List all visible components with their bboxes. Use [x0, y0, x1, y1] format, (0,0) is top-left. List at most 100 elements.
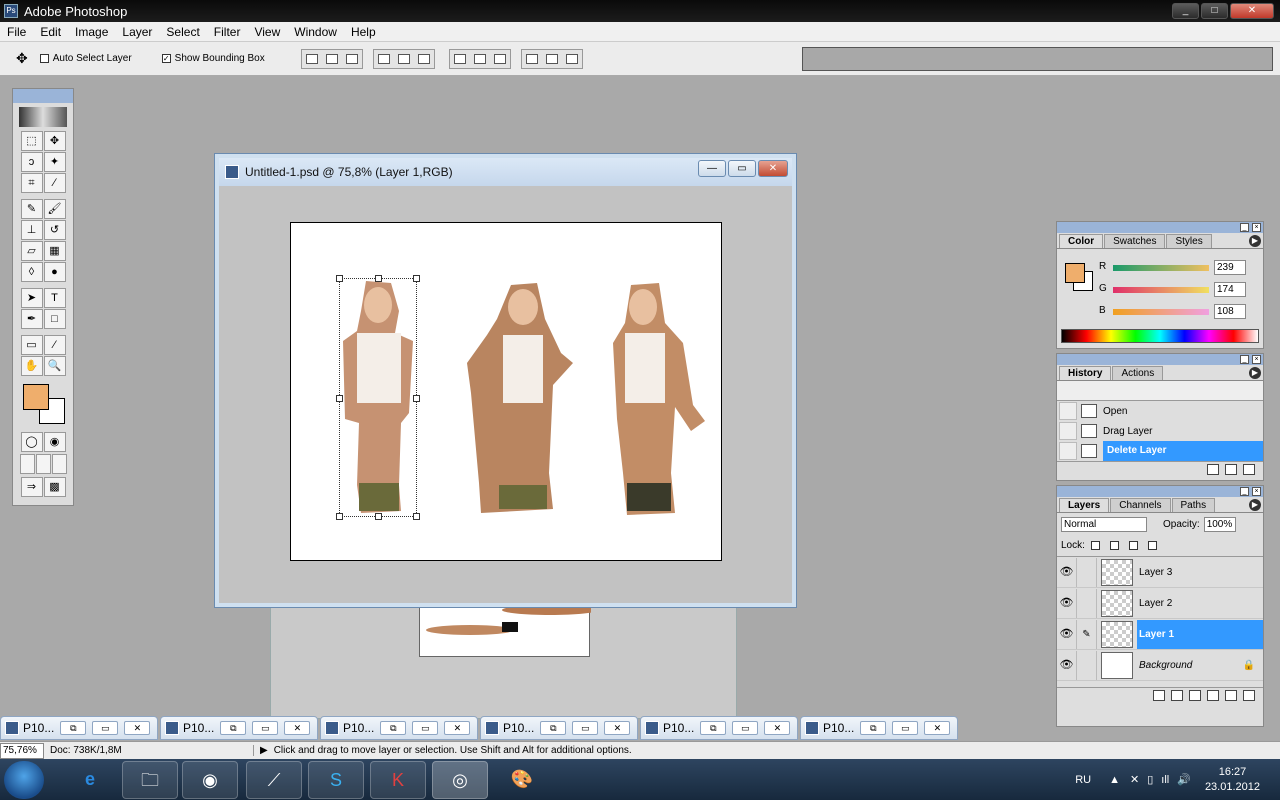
doc-maximize-button[interactable]: ▭: [728, 160, 756, 177]
close-icon[interactable]: ✕: [124, 721, 151, 735]
network-icon[interactable]: ✕: [1130, 773, 1139, 786]
minimized-document[interactable]: P10... ⧉ ▭ ✕: [800, 716, 958, 740]
restore-button[interactable]: □: [1201, 3, 1228, 19]
eyedropper-icon[interactable]: ⁄: [43, 335, 66, 355]
close-icon[interactable]: ✕: [604, 721, 631, 735]
language-indicator[interactable]: RU: [1075, 774, 1091, 786]
visibility-eye-icon[interactable]: 👁: [1057, 588, 1077, 618]
firefox-icon[interactable]: ◉: [182, 761, 238, 799]
fg-color-chip[interactable]: [1065, 263, 1085, 283]
type-tool-icon[interactable]: T: [43, 288, 66, 308]
maximize-icon[interactable]: ▭: [732, 721, 759, 735]
move-tool-icon[interactable]: ✥: [43, 131, 66, 151]
adjustment-layer-icon[interactable]: [1207, 689, 1219, 701]
menu-file[interactable]: File: [0, 25, 33, 39]
minimized-document[interactable]: P10... ⧉ ▭ ✕: [320, 716, 478, 740]
doc-close-button[interactable]: ✕: [758, 160, 788, 177]
layer-link-slot[interactable]: [1077, 557, 1097, 587]
layer-link-slot[interactable]: [1077, 650, 1097, 680]
foreground-color-swatch[interactable]: [23, 384, 49, 410]
blend-mode-select[interactable]: Normal: [1061, 516, 1147, 532]
screen-mode-full-menu-icon[interactable]: [35, 454, 51, 474]
opacity-input[interactable]: 100%: [1203, 516, 1236, 532]
quickmask-mode-icon[interactable]: ◉: [43, 432, 66, 452]
signal-icon[interactable]: ıll: [1161, 774, 1169, 786]
color-swatches[interactable]: [19, 380, 67, 428]
bounding-box-selection[interactable]: [336, 275, 420, 520]
layer-mask-icon[interactable]: [1171, 689, 1183, 701]
restore-icon[interactable]: ⧉: [220, 721, 247, 735]
green-value[interactable]: 174: [1214, 282, 1246, 297]
volume-icon[interactable]: 🔊: [1177, 773, 1191, 786]
close-icon[interactable]: ✕: [764, 721, 791, 735]
close-icon[interactable]: ✕: [924, 721, 951, 735]
tab-swatches[interactable]: Swatches: [1104, 234, 1166, 248]
shape-tool-icon[interactable]: □: [43, 309, 66, 329]
zoom-tool-icon[interactable]: 🔍: [43, 356, 66, 376]
auto-select-option[interactable]: Auto Select Layer: [39, 53, 132, 64]
transform-handle-b[interactable]: [375, 513, 382, 520]
app-k-icon[interactable]: K: [370, 761, 426, 799]
start-button-icon[interactable]: [4, 761, 44, 799]
menu-filter[interactable]: Filter: [207, 25, 248, 39]
align-top-group[interactable]: [300, 48, 363, 69]
layer-link-slot[interactable]: [1077, 588, 1097, 618]
lasso-tool-icon[interactable]: ↄ: [20, 152, 43, 172]
eraser-tool-icon[interactable]: ▱: [20, 241, 43, 261]
panel-minimize-button[interactable]: _: [1240, 223, 1249, 232]
gradient-tool-icon[interactable]: ▦: [43, 241, 66, 261]
distribute-left-group[interactable]: [520, 48, 583, 69]
color-panel-menu-icon[interactable]: ▶: [1249, 235, 1261, 247]
screen-mode-standard-icon[interactable]: [19, 454, 35, 474]
lock-transparency-checkbox[interactable]: [1090, 541, 1100, 550]
dodge-tool-icon[interactable]: ●: [43, 262, 66, 282]
tab-channels[interactable]: Channels: [1110, 498, 1171, 512]
photoshop-task-icon[interactable]: ◎: [432, 761, 488, 799]
history-item[interactable]: Open: [1057, 401, 1263, 421]
panel-close-button[interactable]: ×: [1252, 487, 1261, 496]
close-icon[interactable]: ✕: [284, 721, 311, 735]
close-button[interactable]: ✕: [1230, 3, 1274, 19]
maximize-icon[interactable]: ▭: [892, 721, 919, 735]
hand-tool-icon[interactable]: ✋: [20, 356, 43, 376]
history-item[interactable]: Drag Layer: [1057, 421, 1263, 441]
history-panel-menu-icon[interactable]: ▶: [1249, 367, 1261, 379]
menu-view[interactable]: View: [247, 25, 287, 39]
restore-icon[interactable]: ⧉: [60, 721, 87, 735]
standard-mode-icon[interactable]: ◯: [20, 432, 43, 452]
align-left-group[interactable]: [372, 48, 435, 69]
menu-edit[interactable]: Edit: [33, 25, 68, 39]
minimize-button[interactable]: _: [1172, 3, 1199, 19]
layer-row[interactable]: 👁 Background 🔒: [1057, 650, 1263, 681]
maximize-icon[interactable]: ▭: [92, 721, 119, 735]
menu-help[interactable]: Help: [344, 25, 383, 39]
minimized-document[interactable]: P10... ⧉ ▭ ✕: [160, 716, 318, 740]
jump-to-imageready-icon[interactable]: ⇒: [20, 477, 43, 497]
zoom-input[interactable]: 75,76%: [0, 742, 44, 759]
background-document-window[interactable]: [270, 598, 737, 719]
transform-handle-tl[interactable]: [336, 275, 343, 282]
distribute-top-group[interactable]: [448, 48, 511, 69]
stamp-tool-icon[interactable]: ⊥: [20, 220, 43, 240]
document-window[interactable]: Untitled-1.psd @ 75,8% (Layer 1,RGB) — ▭…: [214, 153, 797, 608]
layer-row[interactable]: 👁 Layer 3: [1057, 557, 1263, 588]
magic-wand-icon[interactable]: ✦: [43, 152, 66, 172]
visibility-eye-icon[interactable]: 👁: [1057, 557, 1077, 587]
panel-close-button[interactable]: ×: [1252, 355, 1261, 364]
visibility-eye-icon[interactable]: 👁: [1057, 619, 1077, 649]
auto-select-checkbox[interactable]: [39, 54, 49, 63]
tab-history[interactable]: History: [1059, 366, 1112, 380]
show-bbox-checkbox[interactable]: ✓: [161, 54, 171, 63]
marquee-tool-icon[interactable]: ⬚: [20, 131, 43, 151]
show-bbox-option[interactable]: ✓ Show Bounding Box: [161, 53, 265, 64]
lock-position-checkbox[interactable]: [1128, 541, 1138, 550]
layers-panel-titlebar[interactable]: _ ×: [1057, 486, 1263, 497]
history-panel-titlebar[interactable]: _ ×: [1057, 354, 1263, 365]
menu-window[interactable]: Window: [287, 25, 344, 39]
menu-select[interactable]: Select: [159, 25, 206, 39]
red-value[interactable]: 239: [1214, 260, 1246, 275]
transform-handle-tr[interactable]: [413, 275, 420, 282]
clock[interactable]: 16:27 23.01.2012: [1205, 765, 1260, 795]
maximize-icon[interactable]: ▭: [252, 721, 279, 735]
blue-slider[interactable]: [1113, 309, 1209, 315]
